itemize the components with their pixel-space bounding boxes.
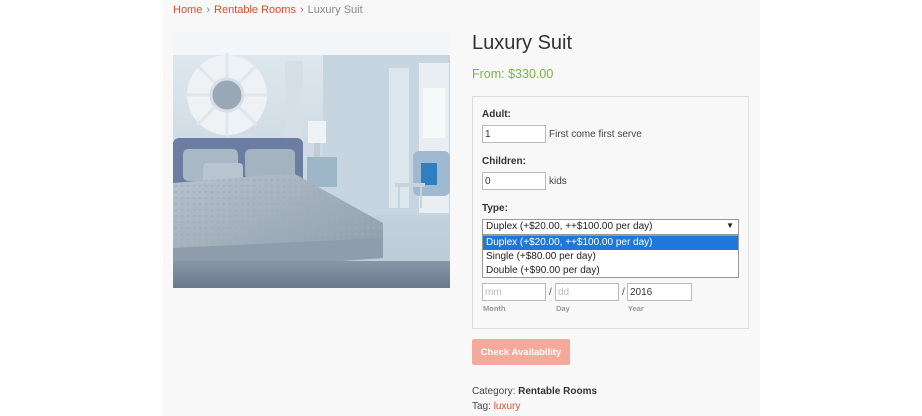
children-hint: kids [549,176,567,187]
type-select[interactable]: Duplex (+$20.00, ++$100.00 per day) ▼ [482,219,739,235]
children-label: Children: [482,156,526,167]
product-category: Category: Rentable Rooms [472,386,597,397]
category-label: Category: [472,386,516,397]
type-option-duplex[interactable]: Duplex (+$20.00, ++$100.00 per day) [483,236,738,250]
month-sublabel: Month [483,304,506,313]
breadcrumb-separator: › [206,4,211,16]
adult-label: Adult: [482,109,511,120]
children-input[interactable] [482,172,546,190]
date-separator: / [622,287,625,298]
breadcrumb-separator: › [299,4,304,16]
type-label: Type: [482,203,508,214]
type-dropdown-list: Duplex (+$20.00, ++$100.00 per day) Sing… [482,235,739,278]
product-image[interactable] [173,33,450,288]
type-option-double[interactable]: Double (+$90.00 per day) [483,264,738,278]
adult-input[interactable] [482,125,546,143]
adult-hint: First come first serve [549,129,642,140]
day-input[interactable] [555,283,619,301]
type-select-value: Duplex (+$20.00, ++$100.00 per day) [486,221,653,232]
year-input[interactable] [627,283,692,301]
day-sublabel: Day [556,304,570,313]
product-title: Luxury Suit [472,32,573,54]
breadcrumb-current: Luxury Suit [307,4,363,16]
breadcrumb-home-link[interactable]: Home [173,4,202,16]
date-separator: / [549,287,552,298]
year-sublabel: Year [628,304,644,313]
product-price: From: $330.00 [472,67,554,81]
category-link[interactable]: Rentable Rooms [518,386,597,397]
bedroom-photo [173,33,450,288]
tag-label: Tag: [472,401,491,412]
dropdown-arrow-icon: ▼ [726,221,734,230]
check-availability-button[interactable]: Check Availability [472,339,570,365]
breadcrumb: Home › Rentable Rooms › Luxury Suit [173,4,363,16]
tag-link[interactable]: luxury [494,401,521,412]
breadcrumb-category-link[interactable]: Rentable Rooms [214,4,296,16]
month-input[interactable] [482,283,546,301]
product-tag: Tag: luxury [472,401,520,412]
type-option-single[interactable]: Single (+$80.00 per day) [483,250,738,264]
